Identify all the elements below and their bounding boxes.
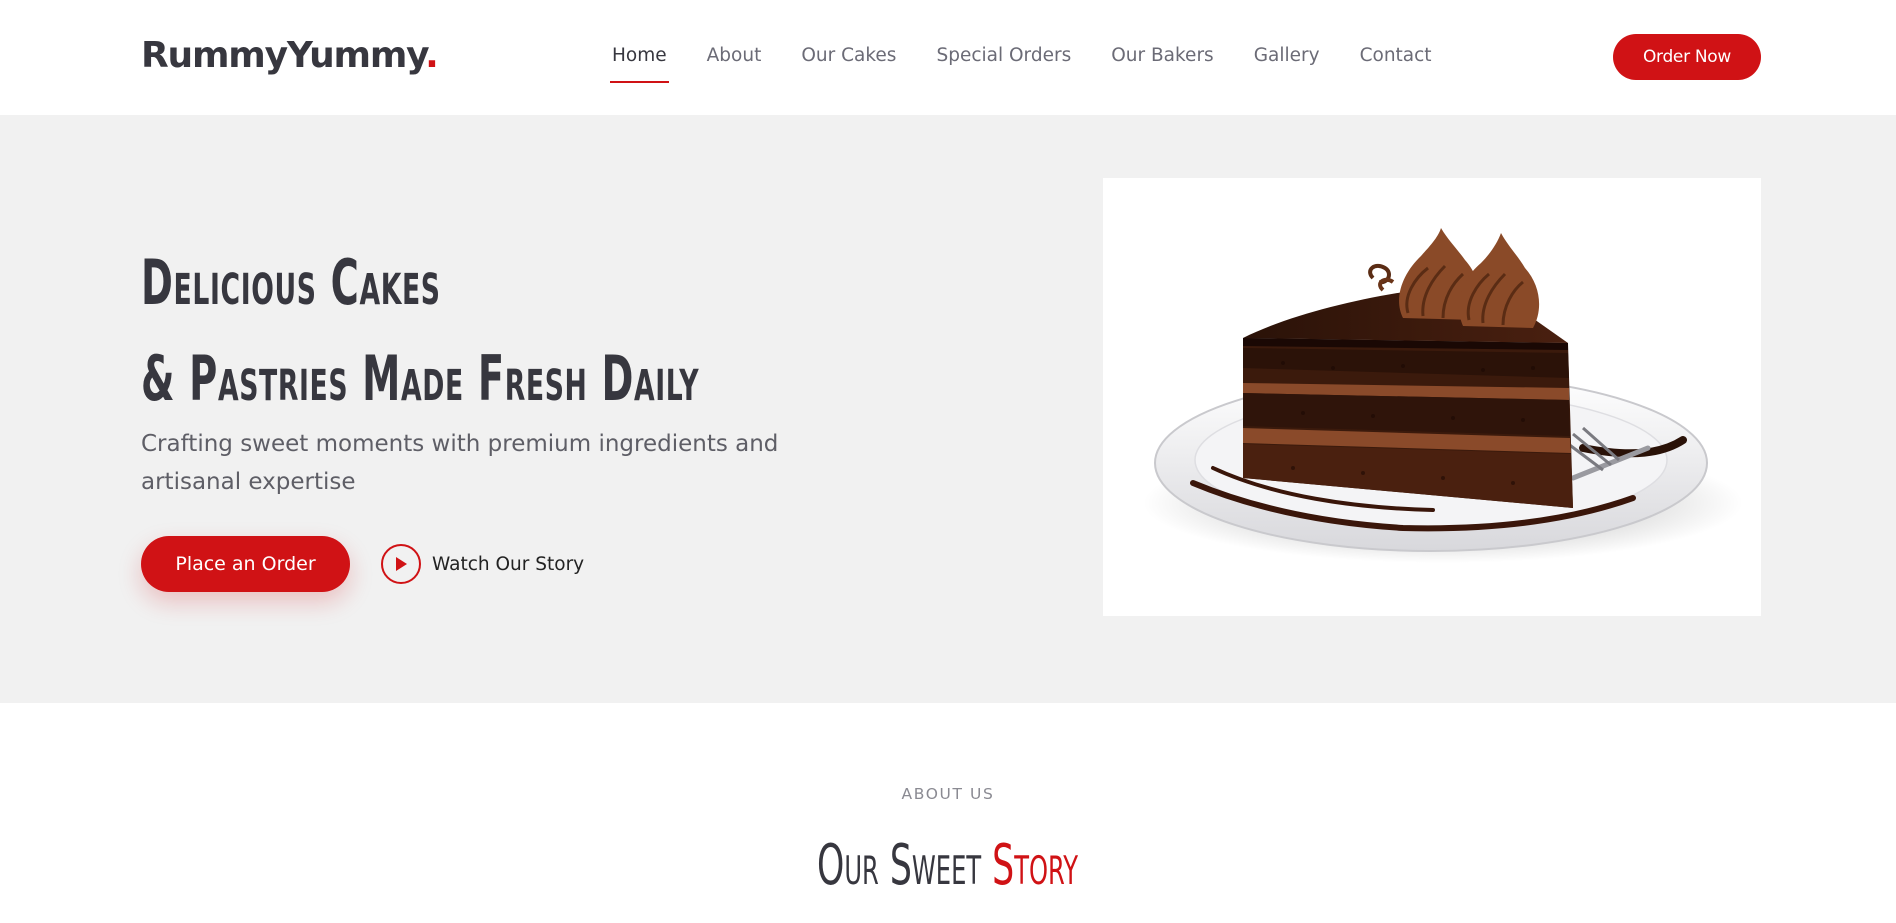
hero-subtitle: Crafting sweet moments with premium ingr… [141,431,779,495]
hero-title-line-1: Delicious Cakes [141,246,441,319]
nav-about[interactable]: About [707,44,762,74]
chocolate-cake-slice-icon [1143,228,1743,563]
nav-our-bakers[interactable]: Our Bakers [1111,44,1213,74]
site-header: RummyYummy. Home About Our Cakes Special… [0,0,1896,115]
about-heading-part-1: Our Sweet [817,833,993,898]
about-kicker: ABOUT US [901,785,995,803]
brand-dot: . [425,35,439,76]
play-icon [381,544,421,584]
hero-title: Delicious Cakes & Pastries Made Fresh Da… [141,235,801,427]
cake-image [1103,178,1761,616]
brand-logo[interactable]: RummyYummy. [141,34,439,78]
watch-story-label: Watch Our Story [432,553,585,575]
nav-gallery[interactable]: Gallery [1254,44,1320,74]
hero-title-line-2: & Pastries Made Fresh Daily [141,342,700,415]
brand-name: RummyYummy [141,35,426,76]
watch-story-button[interactable]: Watch Our Story [381,543,584,585]
main-nav: Home About Our Cakes Special Orders Our … [610,44,1472,83]
place-order-button[interactable]: Place an Order [141,536,350,592]
about-heading-accent: Story [992,833,1079,898]
nav-special-orders[interactable]: Special Orders [936,44,1071,74]
order-now-button[interactable]: Order Now [1613,34,1761,80]
about-heading: Our Sweet Story [0,826,1896,906]
hero-section: Delicious Cakes & Pastries Made Fresh Da… [0,115,1896,703]
nav-home[interactable]: Home [610,44,669,83]
nav-our-cakes[interactable]: Our Cakes [801,44,896,74]
nav-contact[interactable]: Contact [1360,44,1432,74]
